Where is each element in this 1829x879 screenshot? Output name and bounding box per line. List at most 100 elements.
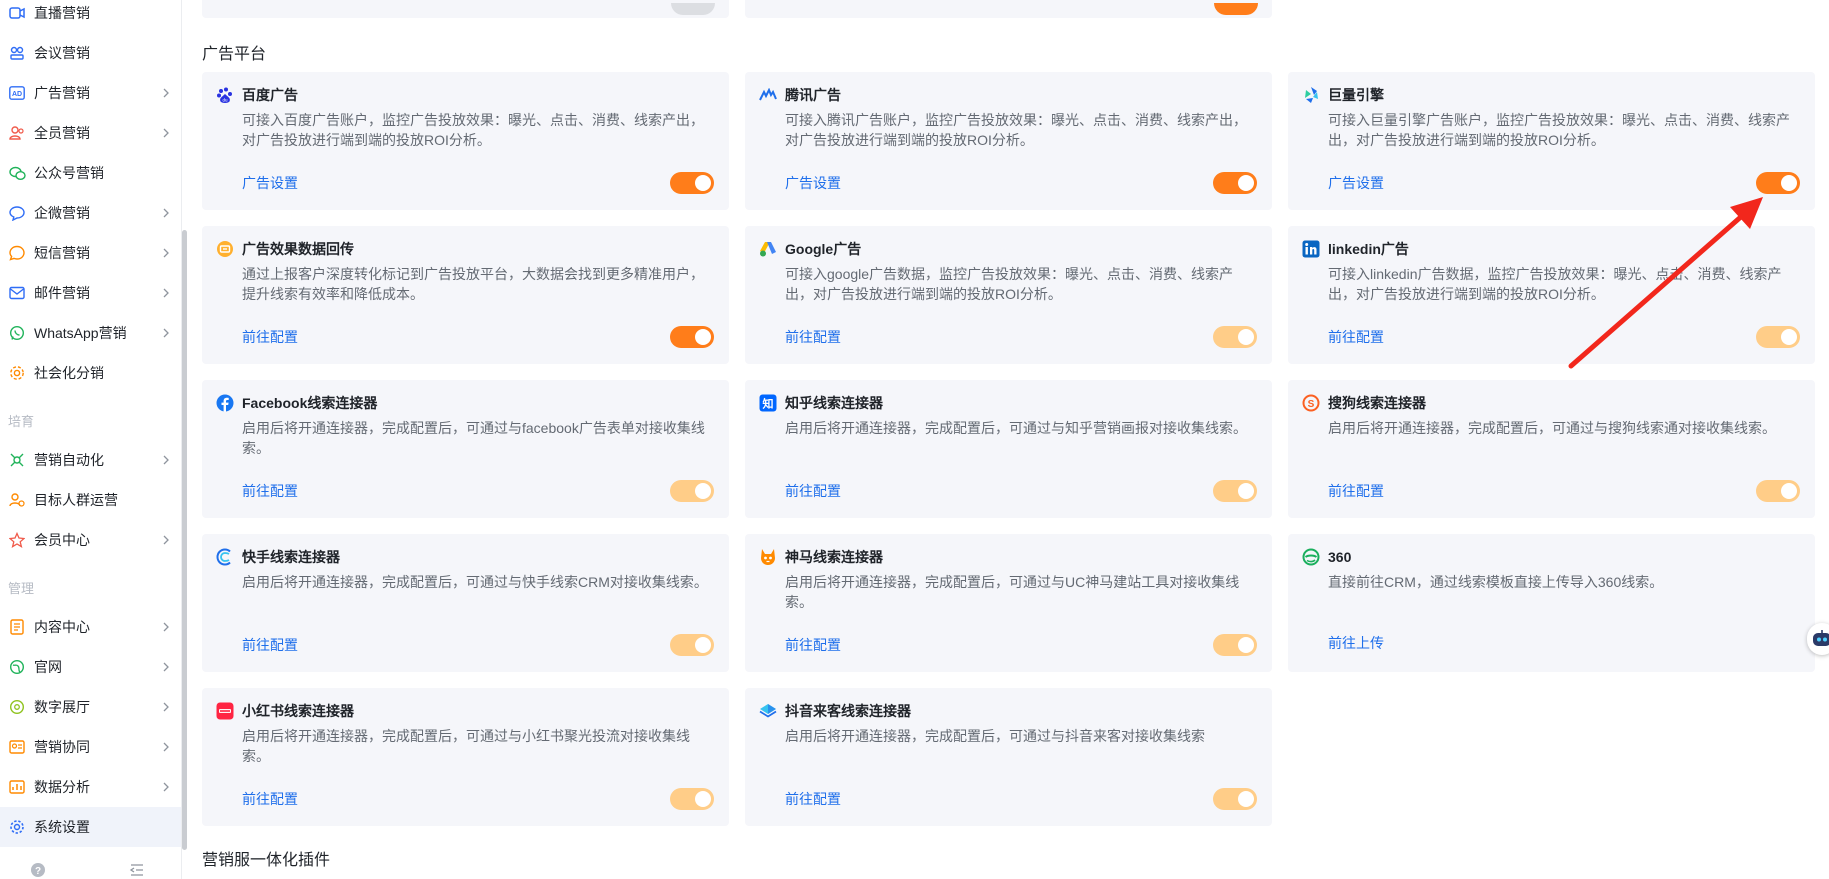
card-link-configure[interactable]: 前往配置 bbox=[785, 789, 841, 809]
card-title: 360 bbox=[1328, 549, 1352, 565]
collapse-menu-icon[interactable] bbox=[129, 862, 145, 878]
card-title: linkedin广告 bbox=[1328, 241, 1409, 257]
sidebar-item-sms-marketing[interactable]: 短信营销 bbox=[0, 233, 181, 273]
sidebar-item-digital-showroom[interactable]: 数字展厅 bbox=[0, 687, 181, 727]
shenma-icon bbox=[759, 548, 777, 566]
toggle-knob bbox=[695, 791, 711, 807]
sidebar-item-label: 营销协同 bbox=[34, 739, 90, 755]
360-icon bbox=[1302, 548, 1320, 566]
sidebar-item-marketing-automation[interactable]: 营销自动化 bbox=[0, 440, 181, 480]
sogou-icon: S bbox=[1302, 394, 1320, 412]
toggle-switch[interactable] bbox=[1213, 480, 1257, 502]
sidebar-item-data-analysis[interactable]: 数据分析 bbox=[0, 767, 181, 807]
card-title: 抖音来客线索连接器 bbox=[785, 703, 911, 719]
card-link-configure[interactable]: 前往配置 bbox=[242, 789, 298, 809]
sidebar-item-label: 内容中心 bbox=[34, 619, 90, 635]
card-link-configure[interactable]: 前往配置 bbox=[242, 327, 298, 347]
toggle-switch[interactable] bbox=[670, 480, 714, 502]
section-title-plugins: 营销服一体化插件 bbox=[202, 852, 331, 869]
toggle-switch[interactable] bbox=[1756, 326, 1800, 348]
sidebar-item-email-marketing[interactable]: 邮件营销 bbox=[0, 273, 181, 313]
card-link-ad-settings[interactable]: 广告设置 bbox=[785, 173, 841, 193]
chevron-right-icon bbox=[163, 248, 169, 258]
sidebar-item-system-settings[interactable]: 系统设置 bbox=[0, 807, 181, 847]
distribution-icon bbox=[8, 364, 26, 382]
card-link-configure[interactable]: 前往配置 bbox=[242, 635, 298, 655]
website-icon bbox=[8, 658, 26, 676]
card-description: 可接入百度广告账户，监控广告投放效果：曝光、点击、消费、线索产出，对广告投放进行… bbox=[242, 112, 704, 148]
sidebar-item-label: 营销自动化 bbox=[34, 452, 104, 468]
sidebar-item-member-center[interactable]: 会员中心 bbox=[0, 520, 181, 560]
toggle-switch[interactable] bbox=[671, 3, 715, 15]
sidebar-item-website[interactable]: 官网 bbox=[0, 647, 181, 687]
sidebar-item-wecom-marketing[interactable]: 企微营销 bbox=[0, 193, 181, 233]
toggle-switch[interactable] bbox=[670, 634, 714, 656]
chevron-right-icon bbox=[163, 622, 169, 632]
toggle-switch[interactable] bbox=[1756, 172, 1800, 194]
help-icon[interactable]: ? bbox=[30, 862, 46, 878]
sidebar-item-ad-marketing[interactable]: AD 广告营销 bbox=[0, 73, 181, 113]
sidebar-item-label: 企微营销 bbox=[34, 205, 90, 221]
card-link-configure[interactable]: 前往配置 bbox=[1328, 481, 1384, 501]
card-link-configure[interactable]: 前往配置 bbox=[785, 327, 841, 347]
sidebar-item-marketing-collab[interactable]: 营销协同 bbox=[0, 727, 181, 767]
toggle-knob bbox=[695, 175, 711, 191]
card-link-configure[interactable]: 前往配置 bbox=[242, 481, 298, 501]
sidebar-item-official-account[interactable]: 公众号营销 bbox=[0, 153, 181, 193]
card-title: Facebook线索连接器 bbox=[242, 395, 378, 411]
integration-card-360: 360 直接前往CRM，通过线索模板直接上传导入360线索。 前往上传 bbox=[1288, 534, 1815, 672]
toggle-switch[interactable] bbox=[670, 326, 714, 348]
toggle-switch[interactable] bbox=[1213, 172, 1257, 194]
card-link-configure[interactable]: 前往配置 bbox=[785, 635, 841, 655]
prev-card-bottom bbox=[745, 0, 1272, 18]
sidebar-item-all-staff-marketing[interactable]: 全员营销 bbox=[0, 113, 181, 153]
card-description: 可接入巨量引擎广告账户，监控广告投放效果：曝光、点击、消费、线索产出，对广告投放… bbox=[1328, 112, 1790, 148]
sidebar-item-label: 会员中心 bbox=[34, 532, 90, 548]
chevron-right-icon bbox=[163, 208, 169, 218]
sidebar-item-label: 社会化分销 bbox=[34, 365, 104, 381]
google-ads-icon bbox=[759, 240, 777, 258]
sidebar-item-label: 全员营销 bbox=[34, 125, 90, 141]
assistant-bot-button[interactable] bbox=[1807, 623, 1829, 655]
toggle-switch[interactable] bbox=[670, 172, 714, 194]
linkedin-icon bbox=[1302, 240, 1320, 258]
toggle-switch[interactable] bbox=[1213, 634, 1257, 656]
toggle-switch[interactable] bbox=[1214, 3, 1258, 15]
sidebar-item-live-marketing[interactable]: 直播营销 bbox=[0, 0, 181, 33]
sidebar-item-content-center[interactable]: 内容中心 bbox=[0, 607, 181, 647]
card-link-upload[interactable]: 前往上传 bbox=[1328, 633, 1384, 653]
sidebar-item-label: 数据分析 bbox=[34, 779, 90, 795]
card-description: 可接入google广告数据，监控广告投放效果：曝光、点击、消费、线索产出，对广告… bbox=[785, 266, 1234, 302]
chevron-right-icon bbox=[163, 288, 169, 298]
sidebar-item-whatsapp-marketing[interactable]: WhatsApp营销 bbox=[0, 313, 181, 353]
card-description: 直接前往CRM，通过线索模板直接上传导入360线索。 bbox=[1328, 574, 1664, 590]
integration-card-ad-data-return: 广告效果数据回传 通过上报客户深度转化标记到广告投放平台，大数据会找到更多精准用… bbox=[202, 226, 729, 364]
integration-card-baidu: du 百度广告 可接入百度广告账户，监控广告投放效果：曝光、点击、消费、线索产出… bbox=[202, 72, 729, 210]
card-title: 巨量引擎 bbox=[1328, 87, 1384, 103]
toggle-switch[interactable] bbox=[670, 788, 714, 810]
toggle-knob bbox=[1238, 483, 1254, 499]
sidebar-item-target-audience[interactable]: 目标人群运营 bbox=[0, 480, 181, 520]
svg-text:du: du bbox=[222, 98, 228, 103]
analytics-icon bbox=[8, 778, 26, 796]
card-link-configure[interactable]: 前往配置 bbox=[1328, 327, 1384, 347]
card-title: 百度广告 bbox=[242, 87, 298, 103]
card-link-ad-settings[interactable]: 广告设置 bbox=[1328, 173, 1384, 193]
toggle-knob bbox=[1238, 329, 1254, 345]
baidu-icon: du bbox=[216, 86, 234, 104]
svg-text:?: ? bbox=[35, 866, 41, 877]
toggle-switch[interactable] bbox=[1756, 480, 1800, 502]
sidebar-item-label: 广告营销 bbox=[34, 85, 90, 101]
tencent-ads-icon bbox=[759, 86, 777, 104]
card-title: 广告效果数据回传 bbox=[242, 241, 354, 257]
toggle-switch[interactable] bbox=[1213, 788, 1257, 810]
card-title: 搜狗线索连接器 bbox=[1328, 395, 1426, 411]
toggle-switch[interactable] bbox=[1213, 326, 1257, 348]
sidebar-item-meeting-marketing[interactable]: 会议营销 bbox=[0, 33, 181, 73]
section-label-manage: 管理 bbox=[8, 581, 35, 596]
sidebar-scrollbar[interactable] bbox=[182, 230, 187, 850]
kuaishou-icon bbox=[216, 548, 234, 566]
card-link-configure[interactable]: 前往配置 bbox=[785, 481, 841, 501]
sidebar-item-social-distribution[interactable]: 社会化分销 bbox=[0, 353, 181, 393]
card-link-ad-settings[interactable]: 广告设置 bbox=[242, 173, 298, 193]
